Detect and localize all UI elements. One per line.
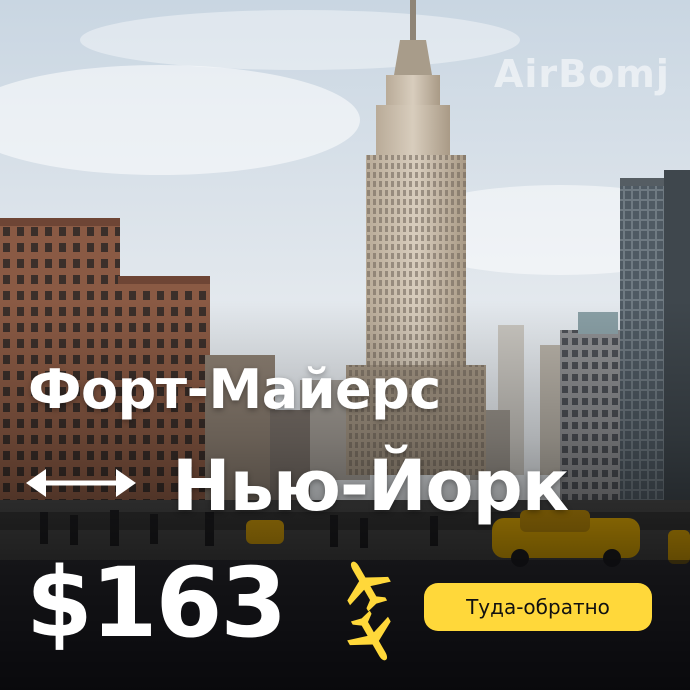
price-label: $163 xyxy=(26,547,287,659)
destination-city: Нью-Йорк xyxy=(172,445,569,527)
round-trip-badge: Туда-обратно xyxy=(424,583,652,631)
airplane-icon xyxy=(347,561,391,612)
airplane-icon xyxy=(347,610,391,661)
double-arrow-icon xyxy=(26,469,136,497)
flight-deal-card[interactable]: AirBomj Форт-Майерс Нью-Йорк $163 Туда-о… xyxy=(0,0,690,690)
brand-watermark: AirBomj xyxy=(494,52,670,96)
origin-city: Форт-Майерс xyxy=(28,358,441,421)
